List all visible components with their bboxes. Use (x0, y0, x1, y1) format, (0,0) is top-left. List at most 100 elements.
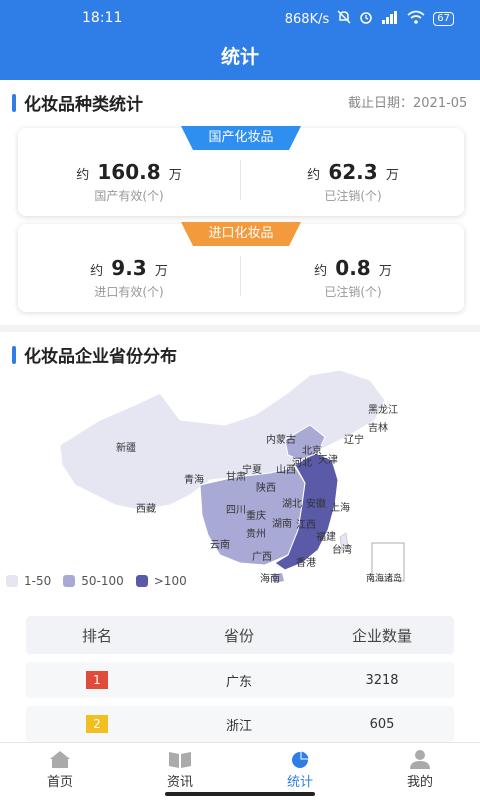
app-header: 统计 (0, 34, 480, 80)
mute-icon (337, 10, 351, 28)
map-label-xinjiang: 新疆 (116, 441, 136, 454)
map-label-yunnan: 云南 (210, 538, 230, 551)
card-divider (240, 256, 241, 296)
tab-profile-label: 我的 (406, 775, 433, 790)
map-label-guangxi: 广西 (252, 551, 272, 563)
wifi-icon (407, 10, 425, 28)
map-label-nanhai: 南海诸岛 (366, 572, 402, 584)
province-distribution-title: 化妆品企业省份分布 (24, 347, 177, 367)
tab-news[interactable]: 资讯 (120, 749, 240, 790)
card-divider (240, 160, 241, 200)
alarm-icon (359, 10, 373, 28)
rank-cell: 2 (26, 706, 168, 742)
map-label-jiangxi: 江西 (296, 519, 316, 531)
map-label-liaoning: 辽宁 (344, 433, 364, 446)
rank-cell: 1 (26, 662, 168, 698)
section-accent-bar (12, 93, 16, 112)
imported-valid-label: 进口有效(个) (94, 285, 164, 299)
status-time: 18:11 (82, 10, 123, 26)
tab-news-label: 资讯 (166, 775, 193, 790)
imported-cosmetics-card: 进口化妆品 约 9.3 万 进口有效(个) 约 0.8 万 已注销(个) (18, 222, 464, 312)
imported-cancelled-stat: 约 0.8 万 已注销(个) (242, 256, 464, 300)
map-legend: 1-50 50-100 >100 (6, 574, 187, 588)
map-label-hunan: 湖南 (272, 517, 292, 530)
domestic-valid-stat: 约 160.8 万 国产有效(个) (18, 160, 240, 204)
domestic-cancelled-stat: 约 62.3 万 已注销(个) (242, 160, 464, 204)
section-accent-bar (12, 345, 16, 364)
header-count: 企业数量 (351, 626, 412, 645)
unit-label: 万 (385, 168, 399, 183)
rank-badge: 1 (86, 671, 108, 689)
map-label-heilongjiang: 黑龙江 (368, 403, 398, 416)
china-province-map[interactable]: 黑龙江 吉林 辽宁 内蒙古 北京 天津 河北 山西 新疆 青海 甘肃 宁夏 陕西… (40, 365, 440, 585)
network-speed: 868K/s (284, 11, 330, 27)
battery-icon: 67 (433, 12, 454, 26)
imported-cancelled-label: 已注销(个) (324, 285, 382, 299)
legend-item-50-100: 50-100 (63, 574, 124, 588)
domestic-valid-value: 160.8 (97, 160, 161, 184)
map-label-shaanxi: 陕西 (256, 481, 276, 494)
user-icon (410, 750, 430, 769)
legend-swatch (6, 575, 18, 587)
map-label-anhui: 安徽 (306, 497, 326, 510)
map-label-qinghai: 青海 (184, 473, 204, 486)
legend-swatch (135, 575, 148, 587)
ranking-table-header: 排名 省份 企业数量 (26, 616, 454, 654)
unit-label: 万 (168, 168, 182, 183)
domestic-cosmetics-card: 国产化妆品 约 160.8 万 国产有效(个) 约 62.3 万 已注销(个) (18, 126, 464, 216)
legend-item-over-100: >100 (135, 574, 187, 588)
map-label-jilin: 吉林 (368, 421, 388, 434)
home-icon (50, 751, 70, 768)
tab-stats-label: 统计 (286, 775, 313, 790)
domestic-cancelled-label: 已注销(个) (324, 189, 382, 203)
imported-valid-stat: 约 9.3 万 进口有效(个) (18, 256, 240, 300)
cutoff-date: 截止日期：2021-05 (348, 96, 468, 111)
pie-chart-icon (292, 750, 310, 768)
legend-label: 1-50 (24, 574, 52, 588)
map-label-hubei: 湖北 (282, 498, 302, 510)
imported-tag: 进口化妆品 (181, 222, 301, 246)
tab-home-label: 首页 (46, 775, 73, 790)
legend-item-1-50: 1-50 (6, 574, 51, 588)
header-rank: 排名 (81, 626, 112, 645)
tab-home[interactable]: 首页 (0, 749, 120, 790)
map-label-neimenggu: 内蒙古 (266, 433, 296, 446)
map-label-ningxia: 宁夏 (242, 463, 262, 476)
approx-label: 约 (307, 168, 321, 183)
approx-label: 约 (90, 264, 104, 279)
header-province: 省份 (223, 626, 254, 645)
book-icon (169, 752, 191, 768)
map-label-shanghai: 上海 (330, 501, 350, 514)
unit-label: 万 (378, 264, 392, 279)
map-label-guizhou: 贵州 (246, 527, 266, 540)
table-row[interactable]: 1 广东 3218 (26, 662, 454, 698)
map-label-tianjin: 天津 (318, 454, 338, 466)
unit-label: 万 (154, 264, 168, 279)
tab-profile[interactable]: 我的 (360, 749, 480, 790)
map-label-hainan: 海南 (260, 572, 280, 585)
home-indicator[interactable] (165, 792, 315, 796)
tab-stats[interactable]: 统计 (240, 749, 360, 790)
domestic-cancelled-value: 62.3 (328, 160, 378, 184)
map-label-taiwan: 台湾 (332, 543, 352, 556)
category-stats-title: 化妆品种类统计 (24, 95, 143, 115)
category-stats-header: 化妆品种类统计 (12, 90, 143, 115)
map-label-xizang: 西藏 (136, 503, 156, 515)
legend-swatch (63, 575, 76, 587)
province-distribution-header: 化妆品企业省份分布 (12, 342, 177, 367)
signal-icon (381, 10, 399, 28)
status-bar: 18:11 868K/s 67 (0, 0, 480, 34)
approx-label: 约 (76, 168, 90, 183)
domestic-tag: 国产化妆品 (181, 126, 301, 150)
imported-cancelled-value: 0.8 (335, 256, 371, 280)
map-label-xianggang: 香港 (296, 557, 316, 569)
approx-label: 约 (314, 264, 328, 279)
status-icons: 868K/s 67 (285, 10, 454, 28)
province-cell: 广东 (225, 674, 252, 690)
legend-label: 50-100 (81, 574, 124, 588)
domestic-valid-label: 国产有效(个) (94, 189, 164, 203)
table-row[interactable]: 2 浙江 605 (26, 706, 454, 742)
map-label-shanxi: 山西 (276, 464, 296, 476)
legend-label: >100 (153, 574, 187, 588)
imported-valid-value: 9.3 (111, 256, 147, 280)
